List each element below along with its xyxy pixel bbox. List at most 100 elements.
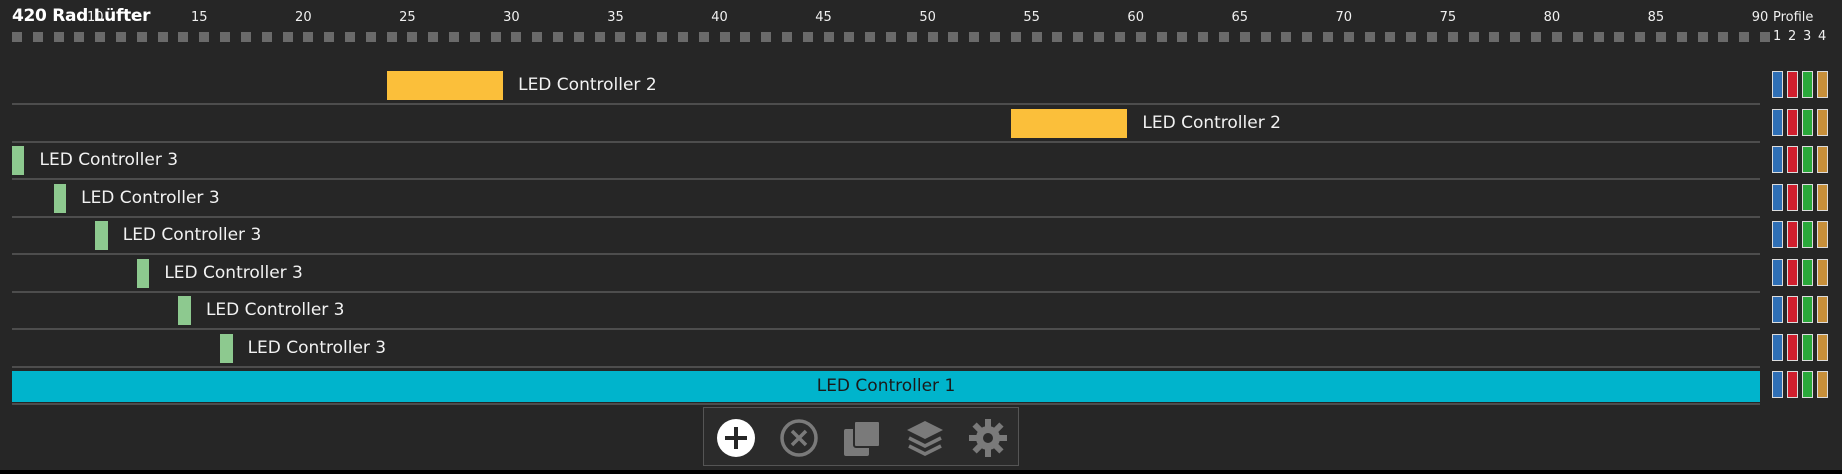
timeline-step-marker[interactable] — [449, 32, 459, 42]
profile-toggle-2[interactable] — [1787, 296, 1798, 323]
effect-bar[interactable] — [53, 184, 67, 213]
timeline-step-marker[interactable] — [116, 32, 127, 42]
timeline-step-marker[interactable] — [53, 32, 64, 42]
profile-toggle-3[interactable] — [1802, 184, 1813, 211]
timeline-step-marker[interactable] — [719, 32, 730, 42]
profile-toggle-4[interactable] — [1817, 296, 1828, 323]
profile-toggle-2[interactable] — [1787, 259, 1798, 286]
profile-toggle-4[interactable] — [1817, 184, 1828, 211]
timeline-step-marker[interactable] — [95, 32, 106, 42]
timeline-step-marker[interactable] — [657, 32, 668, 42]
profile-toggle-3[interactable] — [1802, 296, 1813, 323]
timeline-step-marker[interactable] — [594, 32, 605, 42]
add-button[interactable] — [714, 416, 758, 460]
timeline-step-marker[interactable] — [636, 32, 647, 42]
timeline-step-marker[interactable] — [1073, 32, 1084, 42]
timeline-dot-track[interactable] — [12, 32, 1770, 42]
timeline-step-marker[interactable] — [1614, 32, 1625, 42]
profile-toggle-3[interactable] — [1802, 146, 1813, 173]
copy-button[interactable] — [840, 416, 884, 460]
timeline-step-marker[interactable] — [927, 32, 938, 42]
timeline-step-marker[interactable] — [573, 32, 584, 42]
timeline-step-marker[interactable] — [740, 32, 751, 42]
timeline-step-marker[interactable] — [32, 32, 43, 42]
timeline-step-marker[interactable] — [261, 32, 272, 42]
timeline-step-marker[interactable] — [1156, 32, 1167, 42]
effect-bar[interactable] — [1010, 109, 1128, 138]
timeline-step-marker[interactable] — [1447, 32, 1458, 42]
timeline-step-marker[interactable] — [906, 32, 917, 42]
timeline-step-marker[interactable] — [1323, 32, 1333, 42]
profile-toggle-2[interactable] — [1787, 371, 1798, 398]
timeline-step-marker[interactable] — [1676, 32, 1687, 42]
timeline-step-marker[interactable] — [1385, 32, 1396, 42]
timeline-step-marker[interactable] — [490, 32, 501, 42]
timeline-step-marker[interactable] — [1094, 32, 1105, 42]
timeline-step-marker[interactable] — [1114, 32, 1125, 42]
profile-toggle-4[interactable] — [1817, 334, 1828, 361]
profile-toggle-1[interactable] — [1772, 371, 1783, 398]
timeline-step-marker[interactable] — [157, 32, 168, 42]
effect-bar[interactable] — [386, 71, 504, 100]
timeline-step-marker[interactable] — [386, 32, 397, 42]
timeline-step-marker[interactable] — [1718, 32, 1729, 42]
timeline-step-marker[interactable] — [1239, 32, 1250, 42]
timeline-step-marker[interactable] — [1364, 32, 1375, 42]
timeline-step-marker[interactable] — [698, 32, 709, 42]
timeline-step-marker[interactable] — [324, 32, 335, 42]
timeline-step-marker[interactable] — [1343, 32, 1354, 42]
profile-toggle-3[interactable] — [1802, 71, 1813, 98]
timeline-step-marker[interactable] — [1198, 32, 1209, 42]
timeline-step-marker[interactable] — [615, 32, 626, 42]
profile-toggle-2[interactable] — [1787, 71, 1798, 98]
profile-toggle-2[interactable] — [1787, 184, 1798, 211]
timeline-step-marker[interactable] — [823, 32, 834, 42]
timeline-step-marker[interactable] — [240, 32, 251, 42]
profile-toggle-4[interactable] — [1817, 259, 1828, 286]
profile-toggle-3[interactable] — [1802, 371, 1813, 398]
timeline-step-marker[interactable] — [469, 32, 480, 42]
timeline-step-marker[interactable] — [74, 32, 85, 42]
timeline-step-marker[interactable] — [407, 32, 418, 42]
timeline-step-marker[interactable] — [781, 32, 792, 42]
timeline-step-marker[interactable] — [844, 32, 855, 42]
timeline-step-marker[interactable] — [802, 32, 813, 42]
timeline-step-marker[interactable] — [1531, 32, 1542, 42]
timeline-step-marker[interactable] — [136, 32, 147, 42]
timeline-step-marker[interactable] — [1551, 32, 1562, 42]
profile-toggle-1[interactable] — [1772, 296, 1783, 323]
timeline-step-marker[interactable] — [511, 32, 522, 42]
timeline-step-marker[interactable] — [365, 32, 376, 42]
timeline-step-marker[interactable] — [1489, 32, 1500, 42]
timeline-step-marker[interactable] — [1135, 32, 1146, 42]
timeline-step-marker[interactable] — [1427, 32, 1438, 42]
timeline-step-marker[interactable] — [553, 32, 564, 42]
timeline-step-marker[interactable] — [220, 32, 231, 42]
profile-toggle-1[interactable] — [1772, 259, 1783, 286]
effect-bar[interactable] — [95, 221, 108, 250]
timeline-step-marker[interactable] — [1177, 32, 1188, 42]
profile-toggle-4[interactable] — [1817, 109, 1828, 136]
timeline-step-marker[interactable] — [990, 32, 1001, 42]
settings-button[interactable] — [966, 416, 1010, 460]
profile-toggle-1[interactable] — [1772, 146, 1783, 173]
timeline-step-marker[interactable] — [677, 32, 688, 42]
effect-bar[interactable] — [12, 146, 25, 175]
remove-button[interactable] — [777, 416, 821, 460]
layers-button[interactable] — [903, 416, 947, 460]
profile-toggle-1[interactable] — [1772, 71, 1783, 98]
effect-bar[interactable] — [178, 296, 191, 325]
timeline-step-marker[interactable] — [1031, 32, 1042, 42]
profile-toggle-1[interactable] — [1772, 334, 1783, 361]
timeline-step-marker[interactable] — [1468, 32, 1479, 42]
timeline-step-marker[interactable] — [1218, 32, 1229, 42]
profile-toggle-1[interactable] — [1772, 184, 1783, 211]
timeline-step-marker[interactable] — [303, 32, 314, 42]
profile-toggle-4[interactable] — [1817, 71, 1828, 98]
timeline-step-marker[interactable] — [1739, 32, 1750, 42]
timeline-step-marker[interactable] — [865, 32, 876, 42]
timeline-step-marker[interactable] — [1635, 32, 1646, 42]
timeline-step-marker[interactable] — [948, 32, 959, 42]
timeline-step-marker[interactable] — [1572, 32, 1583, 42]
timeline-step-marker[interactable] — [199, 32, 210, 42]
